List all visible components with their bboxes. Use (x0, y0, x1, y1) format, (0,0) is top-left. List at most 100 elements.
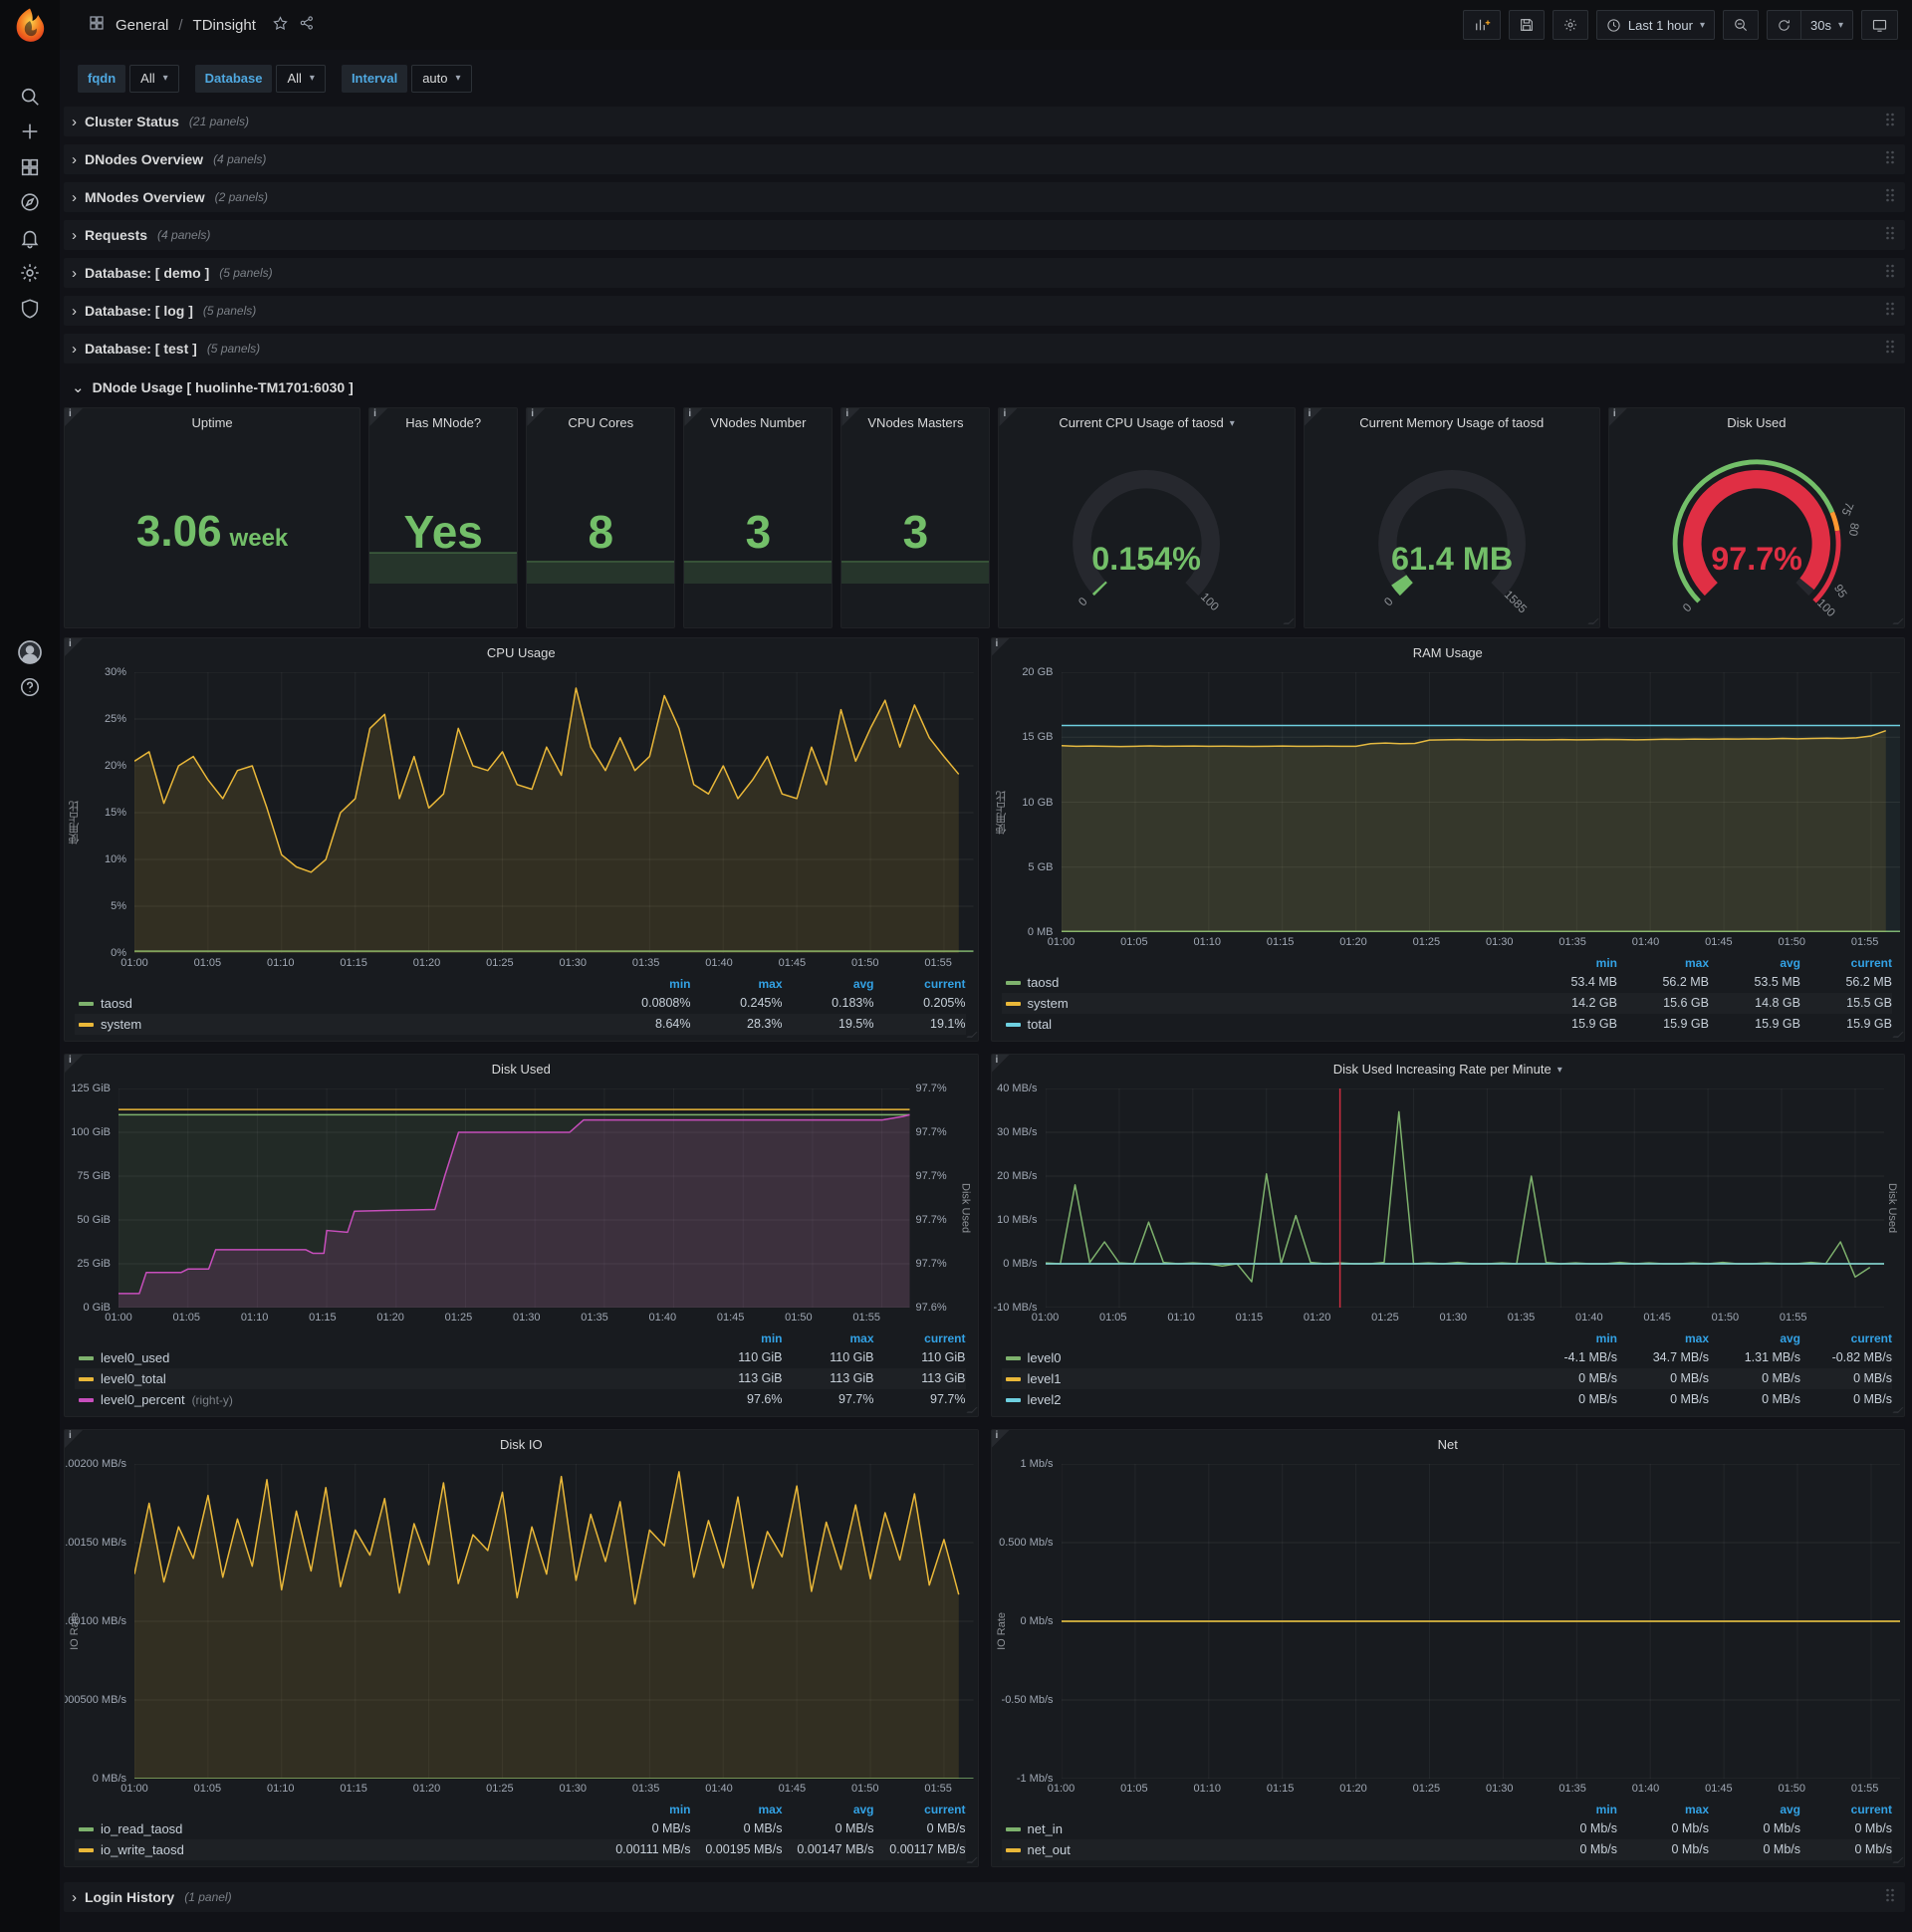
panel-title[interactable]: Disk IO (65, 1430, 978, 1458)
legend-series-name[interactable]: level0_percent (101, 1392, 185, 1407)
dashboard-row-mnodes-overview[interactable]: › MNodes Overview (2 panels) (64, 182, 1905, 212)
legend-series-swatch[interactable] (1005, 1001, 1021, 1006)
legend-series-swatch[interactable] (1005, 980, 1021, 985)
dashboard-row-database-test-[interactable]: › Database: [ test ] (5 panels) (64, 334, 1905, 363)
panel-title[interactable]: CPU Usage (65, 638, 978, 666)
legend-column-header-current[interactable]: current (1800, 1329, 1892, 1347)
add-panel-button[interactable] (1462, 10, 1501, 40)
legend-series-name[interactable]: level1 (1028, 1371, 1062, 1386)
chart-plot[interactable] (1045, 1088, 1884, 1308)
legend-column-header-avg[interactable]: avg (783, 975, 874, 993)
legend-series-swatch[interactable] (1005, 1397, 1021, 1402)
chart-plot[interactable] (134, 1464, 974, 1779)
variable-label-fqdn[interactable]: fqdn (78, 64, 126, 93)
refresh-button[interactable] (1767, 10, 1800, 40)
panel-title[interactable]: Disk Used Increasing Rate per Minute ▾ (992, 1055, 1905, 1083)
configuration-gear-icon[interactable] (0, 258, 60, 288)
legend-series-name[interactable]: total (1028, 1017, 1053, 1032)
panel-title[interactable]: Net (992, 1430, 1905, 1458)
dashboard-row-dnode-usage-expanded[interactable]: ⌄ DNode Usage [ huolinhe-TM1701:6030 ] (64, 371, 1905, 401)
legend-series-swatch[interactable] (79, 1355, 94, 1360)
help-icon[interactable] (0, 672, 60, 702)
alerting-bell-icon[interactable] (0, 223, 60, 253)
variable-value-fqdn[interactable]: All ▾ (129, 64, 179, 93)
panel-title[interactable]: Has MNode? (369, 408, 517, 436)
legend-series-name[interactable]: level2 (1028, 1392, 1062, 1407)
legend-column-header-avg[interactable]: avg (783, 1801, 874, 1818)
variable-label-Database[interactable]: Database (194, 64, 273, 93)
legend-column-header-avg[interactable]: avg (1709, 1329, 1800, 1347)
legend-series-name[interactable]: system (101, 1017, 141, 1032)
panel-title[interactable]: RAM Usage (992, 638, 1905, 666)
legend-series-swatch[interactable] (79, 1397, 94, 1402)
row-drag-handle[interactable] (1885, 1887, 1895, 1908)
search-icon[interactable] (0, 82, 60, 112)
legend-column-header-current[interactable]: current (874, 1801, 965, 1818)
row-drag-handle[interactable] (1885, 301, 1895, 322)
legend-series-name[interactable]: level0 (1028, 1350, 1062, 1365)
legend-column-header-current[interactable]: current (874, 1329, 965, 1347)
panel-title[interactable]: Disk Used (65, 1055, 978, 1083)
legend-series-name[interactable]: net_out (1028, 1842, 1071, 1857)
chart-plot[interactable] (1061, 672, 1900, 932)
legend-series-swatch[interactable] (79, 1847, 94, 1852)
zoom-out-time-button[interactable] (1723, 10, 1759, 40)
cycle-view-mode-button[interactable] (1861, 10, 1898, 40)
dashboard-row-cluster-status[interactable]: › Cluster Status (21 panels) (64, 107, 1905, 136)
legend-series-name[interactable]: taosd (1028, 975, 1060, 990)
server-admin-shield-icon[interactable] (0, 294, 60, 324)
row-drag-handle[interactable] (1885, 112, 1895, 132)
legend-column-header-min[interactable]: min (1526, 1801, 1617, 1818)
save-dashboard-button[interactable] (1508, 10, 1545, 40)
panel-title[interactable]: Current CPU Usage of taosd ▾ (999, 408, 1294, 436)
legend-column-header-max[interactable]: max (691, 1801, 782, 1818)
dashboard-row-dnodes-overview[interactable]: › DNodes Overview (4 panels) (64, 144, 1905, 174)
row-drag-handle[interactable] (1885, 225, 1895, 246)
chart-plot[interactable] (1061, 1464, 1900, 1779)
favorite-star-icon[interactable] (272, 15, 289, 36)
row-drag-handle[interactable] (1885, 339, 1895, 360)
legend-series-swatch[interactable] (1005, 1022, 1021, 1027)
panel-title[interactable]: CPU Cores (527, 408, 674, 436)
legend-column-header-current[interactable]: current (1800, 954, 1892, 972)
legend-series-swatch[interactable] (79, 1376, 94, 1381)
legend-column-header-min[interactable]: min (1526, 954, 1617, 972)
row-drag-handle-icon[interactable] (1885, 301, 1895, 317)
panel-title[interactable]: Uptime (65, 408, 359, 436)
dashboard-settings-button[interactable] (1552, 10, 1588, 40)
variable-label-Interval[interactable]: Interval (341, 64, 408, 93)
dashboard-row-login-history[interactable]: › Login History (1 panel) (64, 1882, 1905, 1912)
legend-series-swatch[interactable] (79, 1826, 94, 1831)
legend-series-swatch[interactable] (1005, 1826, 1021, 1831)
panel-title[interactable]: Disk Used (1609, 408, 1904, 436)
legend-column-header-max[interactable]: max (1617, 1329, 1709, 1347)
legend-series-name[interactable]: level0_used (101, 1350, 169, 1365)
dashboards-icon[interactable] (0, 152, 60, 182)
chart-plot[interactable] (134, 672, 974, 953)
legend-column-header-current[interactable]: current (1800, 1801, 1892, 1818)
legend-column-header-avg[interactable]: avg (1709, 954, 1800, 972)
legend-column-header-max[interactable]: max (1617, 1801, 1709, 1818)
legend-column-header-max[interactable]: max (783, 1329, 873, 1347)
legend-series-name[interactable]: system (1028, 996, 1069, 1011)
share-icon[interactable] (299, 15, 315, 35)
legend-series-name[interactable]: io_read_taosd (101, 1821, 182, 1836)
refresh-interval-picker[interactable]: 30s ▾ (1800, 10, 1853, 40)
legend-column-header-min[interactable]: min (691, 1329, 782, 1347)
legend-column-header-avg[interactable]: avg (1709, 1801, 1800, 1818)
legend-series-name[interactable]: taosd (101, 996, 132, 1011)
legend-column-header-min[interactable]: min (599, 1801, 690, 1818)
legend-series-swatch[interactable] (1005, 1847, 1021, 1852)
row-drag-handle[interactable] (1885, 263, 1895, 284)
dashboard-row-requests[interactable]: › Requests (4 panels) (64, 220, 1905, 250)
legend-series-name[interactable]: io_write_taosd (101, 1842, 184, 1857)
panel-title[interactable]: Current Memory Usage of taosd (1305, 408, 1599, 436)
chart-plot[interactable] (119, 1088, 910, 1308)
row-drag-handle-icon[interactable] (1885, 112, 1895, 127)
row-drag-handle-icon[interactable] (1885, 187, 1895, 203)
legend-column-header-current[interactable]: current (874, 975, 965, 993)
explore-compass-icon[interactable] (0, 187, 60, 217)
create-plus-icon[interactable] (0, 117, 60, 146)
legend-series-name[interactable]: level0_total (101, 1371, 166, 1386)
legend-series-swatch[interactable] (1005, 1376, 1021, 1381)
